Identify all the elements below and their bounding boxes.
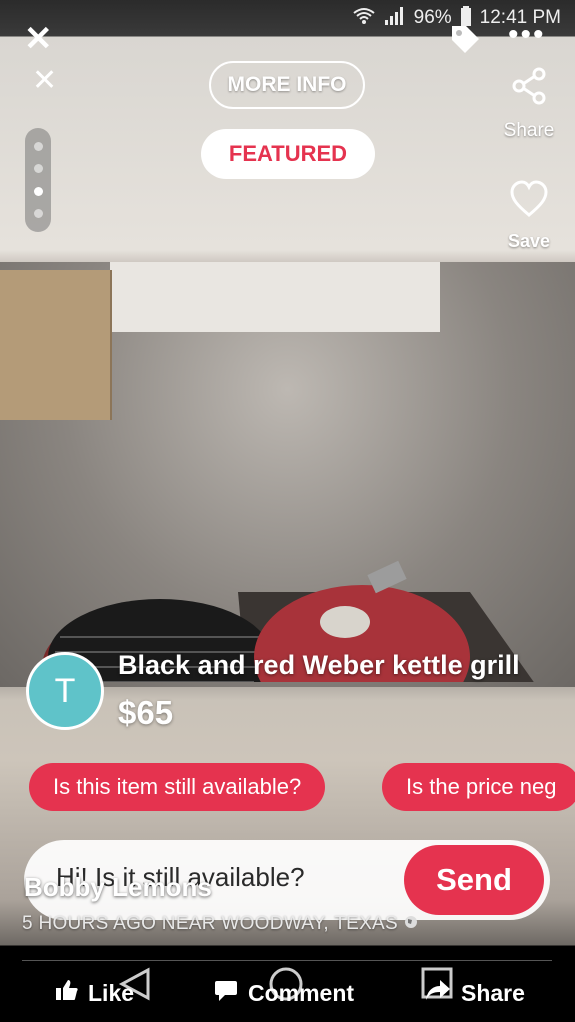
share-icon <box>498 66 560 112</box>
status-bar: 96% 12:41 PM <box>0 0 575 36</box>
featured-badge: FEATURED <box>201 129 375 179</box>
listing-meta-text: 5 HOURS AGO NEAR WOODWAY, TEXAS <box>22 913 399 934</box>
photo-pager[interactable] <box>25 128 51 232</box>
pager-dot[interactable] <box>33 164 43 174</box>
close-listing-icon[interactable]: ✕ <box>32 66 57 96</box>
share-label: Share <box>503 120 555 141</box>
globe-icon <box>404 913 418 934</box>
action-bar: Like Comment Share <box>0 946 575 1022</box>
wifi-icon <box>352 6 376 31</box>
seller-avatar[interactable]: T <box>26 652 104 730</box>
pager-dot[interactable] <box>33 141 43 151</box>
battery-percent: 96% <box>413 7 452 28</box>
grill-illustration: weber <box>42 560 534 682</box>
save-label: Save <box>507 231 551 251</box>
signal-icon <box>384 6 406 31</box>
quick-replies: Is this item still available? Is the pri… <box>29 763 575 811</box>
share-button[interactable]: Share <box>498 66 560 142</box>
save-button[interactable]: Save <box>498 180 560 252</box>
thumbs-up-icon <box>55 978 79 1008</box>
more-info-button[interactable]: MORE INFO <box>209 61 365 109</box>
more-options-icon[interactable]: ••• <box>508 18 546 52</box>
listing-meta: 5 HOURS AGO NEAR WOODWAY, TEXAS <box>22 913 418 935</box>
listing-title: Black and red Weber kettle grill <box>118 650 520 680</box>
listing-price: $65 <box>118 694 174 731</box>
quick-reply-chip[interactable]: Is this item still available? <box>29 763 326 811</box>
divider <box>22 960 552 961</box>
pager-dot[interactable] <box>33 209 43 219</box>
like-button[interactable]: Like <box>55 976 134 1010</box>
seller-name[interactable]: Bobby Lemons <box>24 872 212 903</box>
comment-label: Comment <box>248 979 355 1006</box>
heart-icon <box>498 180 560 223</box>
comment-button[interactable]: Comment <box>213 976 354 1010</box>
like-label: Like <box>88 979 135 1006</box>
comment-icon <box>213 978 239 1008</box>
tag-icon[interactable] <box>448 22 482 61</box>
pager-dot-active[interactable] <box>33 186 43 196</box>
share-arrow-icon <box>424 978 452 1008</box>
close-icon[interactable]: ✕ <box>24 22 53 56</box>
share-post-button[interactable]: Share <box>424 976 525 1010</box>
quick-reply-chip[interactable]: Is the price neg <box>382 763 575 811</box>
share-post-label: Share <box>461 979 525 1006</box>
send-button[interactable]: Send <box>404 845 544 915</box>
